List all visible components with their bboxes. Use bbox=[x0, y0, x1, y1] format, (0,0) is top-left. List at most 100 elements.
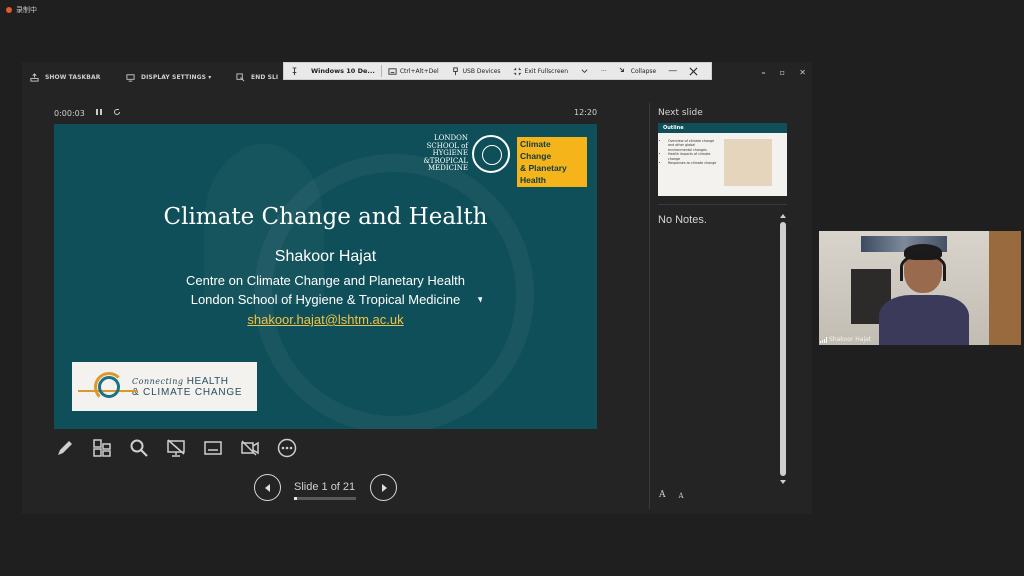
display-settings-label: DISPLAY SETTINGS ▾ bbox=[141, 73, 212, 81]
speaker-notes: No Notes. bbox=[658, 214, 707, 226]
presenter-name: Shakoor Hajat bbox=[274, 248, 377, 265]
close-button[interactable]: ✕ bbox=[799, 68, 806, 77]
pause-icon bbox=[95, 109, 102, 115]
exit-fullscreen-label: Exit Fullscreen bbox=[524, 67, 569, 75]
planetary-health-badge: Climate Change & Planetary Health bbox=[517, 137, 587, 187]
chcc-logo-icon bbox=[78, 370, 138, 404]
affiliation-centre: Centre on Climate Change and Planetary H… bbox=[186, 273, 465, 288]
chcc-climate: & CLIMATE CHANGE bbox=[132, 386, 243, 398]
presenter-email-link[interactable]: shakoor.hajat@lshtm.ac.uk bbox=[54, 312, 597, 327]
badge-line: Health bbox=[520, 175, 546, 185]
lshtm-seal-icon bbox=[472, 135, 510, 173]
end-slideshow-icon bbox=[236, 72, 245, 81]
zoom-button[interactable] bbox=[128, 437, 150, 459]
pin-icon bbox=[292, 66, 297, 75]
show-taskbar-label: SHOW TASKBAR bbox=[45, 73, 101, 81]
show-taskbar-button[interactable]: SHOW TASKBAR bbox=[30, 72, 101, 82]
slide-progress-bar bbox=[294, 497, 356, 500]
window-controls: – ▫ ✕ bbox=[762, 68, 806, 77]
grid-slides-icon bbox=[93, 439, 111, 457]
play-left-icon bbox=[264, 483, 270, 492]
remote-minimize-button[interactable]: — bbox=[662, 66, 683, 76]
remote-close-button[interactable] bbox=[683, 67, 704, 76]
end-slideshow-button[interactable]: END SLI bbox=[236, 72, 279, 82]
badge-line: Climate Change bbox=[520, 139, 552, 161]
slide-progress-fill bbox=[294, 497, 298, 500]
recording-label: 录制中 bbox=[16, 6, 37, 14]
dropdown-button[interactable] bbox=[574, 67, 595, 76]
thumb-bullet: Overview of climate change and other glo… bbox=[668, 139, 719, 152]
participant-name: Shakoor Hajat bbox=[829, 336, 872, 343]
next-slide-label: Next slide bbox=[658, 108, 703, 118]
pause-button[interactable] bbox=[95, 108, 103, 118]
collapse-button[interactable]: Collapse bbox=[613, 67, 663, 76]
chcc-logo-text: Connecting HEALTH & CLIMATE CHANGE bbox=[132, 376, 242, 398]
scroll-thumb[interactable] bbox=[780, 222, 786, 476]
more-options-button[interactable] bbox=[276, 437, 298, 459]
more-icon bbox=[277, 438, 297, 458]
restart-timer-button[interactable] bbox=[113, 108, 121, 118]
pin-button[interactable] bbox=[284, 66, 305, 76]
camera-off-icon bbox=[241, 440, 259, 456]
decrease-font-button[interactable]: A bbox=[679, 490, 684, 500]
restore-button[interactable]: ▫ bbox=[780, 68, 786, 77]
exit-fullscreen-icon bbox=[513, 67, 521, 75]
thumb-title: Outline bbox=[658, 123, 787, 133]
black-screen-button[interactable] bbox=[165, 437, 187, 459]
subtitles-icon bbox=[204, 441, 222, 455]
scroll-up-icon[interactable] bbox=[780, 214, 786, 218]
previous-slide-button[interactable] bbox=[254, 474, 281, 501]
record-dot-icon bbox=[6, 7, 12, 13]
collapse-icon bbox=[619, 67, 624, 72]
thumb-bullet: Responses to climate change bbox=[668, 161, 719, 165]
participant-video[interactable] bbox=[819, 231, 1021, 345]
usb-devices-label: USB Devices bbox=[462, 67, 501, 75]
affiliation-school: London School of Hygiene & Tropical Medi… bbox=[190, 292, 461, 307]
lshtm-logo-text: LONDON SCHOOL of HYGIENE &TROPICAL MEDIC… bbox=[422, 135, 468, 173]
pen-icon bbox=[58, 441, 72, 455]
minimize-button[interactable]: – bbox=[762, 68, 766, 77]
notes-divider bbox=[658, 204, 787, 205]
next-slide-thumbnail[interactable]: Outline Overview of climate change and o… bbox=[658, 123, 787, 196]
lshtm-logo: LONDON SCHOOL of HYGIENE &TROPICAL MEDIC… bbox=[422, 135, 510, 173]
next-slide-button[interactable] bbox=[370, 474, 397, 501]
screen-off-icon bbox=[167, 439, 185, 457]
increase-font-button[interactable]: A bbox=[659, 490, 666, 500]
display-settings-button[interactable]: DISPLAY SETTINGS ▾ bbox=[126, 73, 211, 82]
subtitles-button[interactable] bbox=[202, 437, 224, 459]
end-slideshow-label: END SLI bbox=[251, 73, 279, 81]
slide-timer: 0:00:03 bbox=[54, 108, 121, 118]
more-button[interactable]: ··· bbox=[595, 68, 613, 75]
elapsed-time: 0:00:03 bbox=[54, 108, 85, 118]
panel-divider[interactable] bbox=[649, 103, 650, 509]
chevron-down-icon bbox=[581, 68, 588, 73]
exit-fullscreen-button[interactable]: Exit Fullscreen bbox=[507, 67, 574, 76]
remote-session-title: Windows 10 De... bbox=[311, 67, 375, 75]
close-icon bbox=[689, 67, 698, 75]
display-settings-icon bbox=[126, 73, 135, 82]
usb-devices-button[interactable]: USB Devices bbox=[445, 66, 507, 76]
refresh-icon bbox=[113, 109, 120, 115]
remote-desktop-bar: Windows 10 De... Ctrl+Alt+Del USB Device… bbox=[283, 62, 712, 80]
signal-bars-icon bbox=[820, 336, 827, 343]
see-all-slides-button[interactable] bbox=[91, 437, 113, 459]
thumb-image bbox=[724, 139, 772, 186]
thumb-bullet: Health impacts of climate change bbox=[668, 152, 719, 161]
chcc-health: HEALTH bbox=[186, 375, 229, 387]
connecting-health-logo: Connecting HEALTH & CLIMATE CHANGE bbox=[72, 362, 257, 411]
participant-person bbox=[879, 241, 969, 345]
chcc-italic: Connecting bbox=[132, 376, 184, 386]
slide-counter[interactable]: Slide 1 of 21 bbox=[294, 481, 355, 493]
notes-scrollbar[interactable] bbox=[779, 214, 787, 484]
play-right-icon bbox=[381, 483, 387, 492]
scroll-down-icon[interactable] bbox=[780, 480, 786, 484]
pen-tool-button[interactable] bbox=[54, 437, 76, 459]
door bbox=[989, 231, 1021, 345]
current-slide[interactable]: LONDON SCHOOL of HYGIENE &TROPICAL MEDIC… bbox=[54, 124, 597, 429]
ctrl-alt-del-button[interactable]: Ctrl+Alt+Del bbox=[382, 67, 445, 76]
current-time: 12:20 bbox=[574, 108, 598, 117]
presenter-tools bbox=[54, 437, 298, 459]
camera-toggle-button[interactable] bbox=[239, 437, 261, 459]
headset-icon bbox=[900, 253, 946, 281]
badge-line: & Planetary bbox=[520, 163, 567, 173]
